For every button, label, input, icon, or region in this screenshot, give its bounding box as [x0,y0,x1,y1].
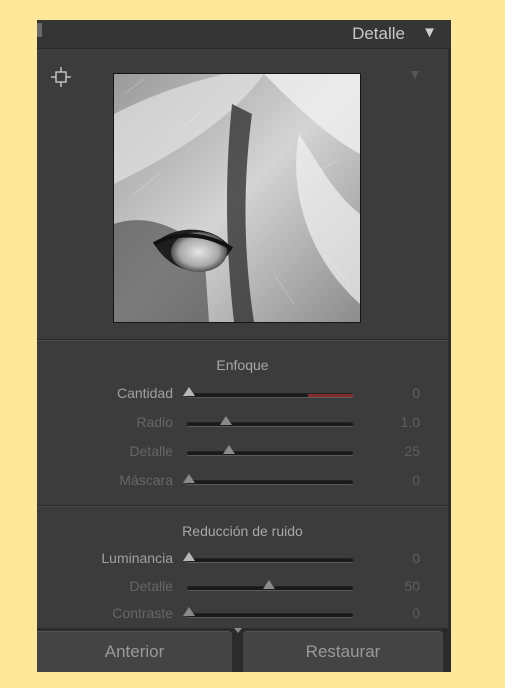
slider-thumb[interactable] [183,474,195,483]
slider-thumb[interactable] [183,607,195,616]
restaurar-button[interactable]: Restaurar [243,631,443,672]
panel-title: Detalle [352,24,405,43]
slider-value[interactable]: 0 [380,472,420,488]
target-adjust-icon[interactable] [51,67,71,87]
slider-value[interactable]: 25 [380,443,420,459]
slider-label: Luminancia [101,550,173,566]
slider-row-detalle-ruido[interactable]: Detalle 50 [37,578,448,596]
panel-scrollbar[interactable] [448,48,451,628]
slider-value[interactable]: 1.0 [380,414,420,430]
slider-thumb[interactable] [183,387,195,396]
collapse-triangle-icon[interactable]: ▼ [422,24,437,41]
section-divider-light [37,506,448,507]
slider-label: Contraste [112,605,173,621]
slider-label: Máscara [119,472,173,488]
slider-label: Cantidad [116,385,173,401]
slider-value[interactable]: 0 [380,385,420,401]
slider-label: Radio [136,414,173,430]
slider-row-cantidad[interactable]: Cantidad 0 [37,385,448,403]
section-title-ruido: Reducción de ruido [182,523,303,539]
slider-track[interactable] [187,480,353,485]
slider-label: Detalle [129,578,173,594]
slider-thumb[interactable] [223,445,235,454]
anterior-button[interactable]: Anterior [37,631,232,672]
preview-toggle-triangle-icon[interactable]: ▼ [408,66,422,82]
slider-track[interactable] [187,393,353,398]
slider-track[interactable] [187,613,353,618]
slider-thumb[interactable] [183,552,195,561]
slider-value[interactable]: 0 [380,550,420,566]
slider-value[interactable]: 50 [380,578,420,594]
slider-track[interactable] [187,451,353,456]
slider-thumb[interactable] [263,580,275,589]
panel-header[interactable]: Detalle ▼ [37,20,451,49]
slider-row-contraste[interactable]: Contraste 0 [37,605,448,623]
slider-row-mascara[interactable]: Máscara 0 [37,472,448,490]
panel-grip-icon [37,23,42,37]
slider-row-detalle[interactable]: Detalle 25 [37,443,448,461]
slider-value[interactable]: 0 [380,605,420,621]
slider-row-radio[interactable]: Radio 1.0 [37,414,448,432]
slider-thumb[interactable] [219,416,232,425]
slider-label: Detalle [129,443,173,459]
slider-row-luminancia[interactable]: Luminancia 0 [37,550,448,568]
slider-accent [308,394,353,397]
section-divider-light [37,340,448,341]
panel-footer: Anterior Restaurar [37,628,451,672]
slider-track[interactable] [187,422,353,427]
footer-notch-icon [234,628,242,633]
detail-panel: Detalle ▼ ▼ Enfoque Cantidad 0 Radio 1.0… [37,20,451,672]
slider-track[interactable] [187,558,353,563]
detail-preview-image[interactable] [113,73,361,323]
section-title-enfoque: Enfoque [216,357,269,373]
